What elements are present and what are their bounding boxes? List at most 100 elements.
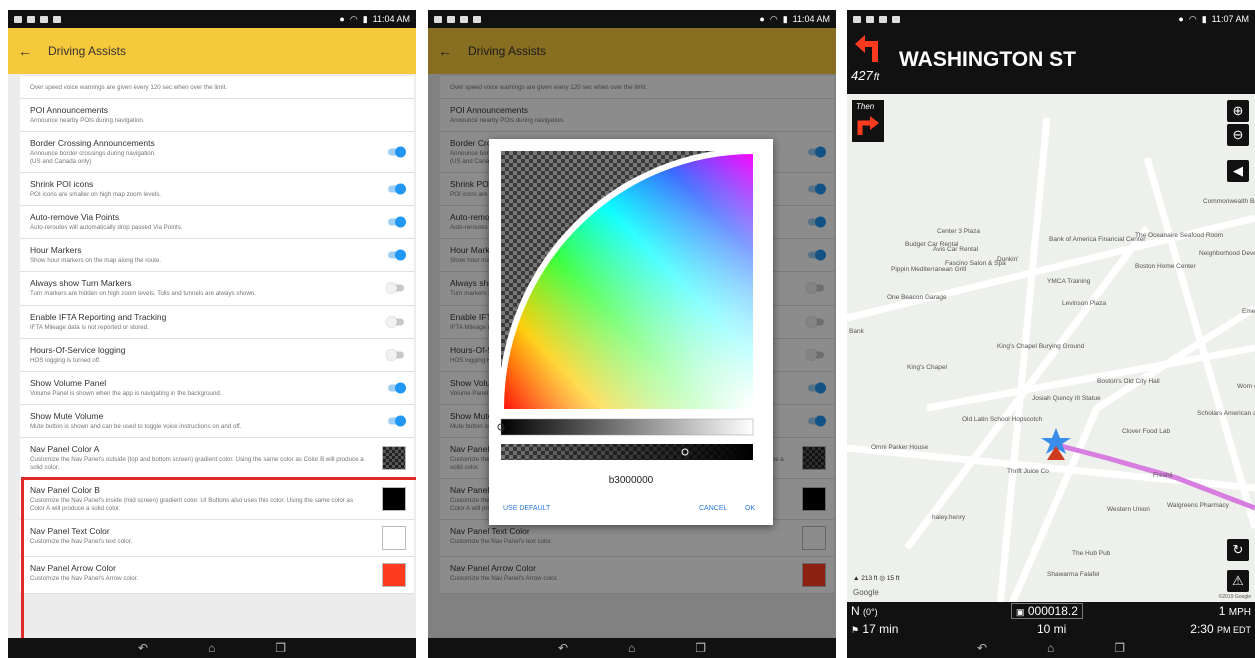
app-bar: ← Driving Assists <box>8 28 416 74</box>
warning-icon[interactable]: ⚠ <box>1227 570 1249 592</box>
setting-row[interactable]: Border Crossing AnnouncementsAnnounce bo… <box>20 132 414 174</box>
map-poi-label[interactable]: Boston Home Center <box>1135 263 1196 270</box>
home-nav-icon[interactable]: ⌂ <box>208 641 215 655</box>
wifi-icon: ◠ <box>769 13 778 24</box>
setting-description: Announce nearby POIs during navigation. <box>30 117 145 125</box>
highlight-box <box>21 477 416 649</box>
toggle-switch[interactable] <box>388 183 406 195</box>
map-poi-label[interactable]: Western Union <box>1107 506 1150 513</box>
setting-row[interactable]: Always show Turn MarkersTurn markers are… <box>20 272 414 306</box>
map-poi-label[interactable]: Neighborhood Development <box>1199 250 1255 257</box>
toggle-switch[interactable] <box>388 216 406 228</box>
heading: N (0°) <box>851 604 878 618</box>
setting-title: Show Volume Panel <box>30 377 107 388</box>
system-nav-bar: ↶ ⌂ ❐ <box>847 638 1255 658</box>
reroute-icon[interactable]: ↻ <box>1227 539 1249 561</box>
toggle-switch[interactable] <box>388 415 406 427</box>
color-swatch[interactable] <box>382 445 406 470</box>
back-nav-icon[interactable]: ↶ <box>558 641 568 655</box>
map-poi-label[interactable]: YMCA Training <box>1047 278 1090 285</box>
map-poi-label[interactable]: Fascino Salon & Spa <box>945 260 1006 267</box>
setting-row[interactable]: Hours-Of-Service loggingHOS logging is t… <box>20 339 414 372</box>
toggle-switch[interactable] <box>388 146 406 158</box>
map-poi-label[interactable]: Josiah Quincy III Statue <box>1032 395 1101 402</box>
map-poi-label[interactable]: Omni Parker House <box>871 444 928 451</box>
map-poi-label[interactable]: Freshii <box>1153 472 1173 479</box>
setting-title: Shrink POI icons <box>30 179 94 190</box>
toggle-switch[interactable] <box>386 282 404 294</box>
map-poi-label[interactable]: Boston's Old City Hall <box>1097 378 1160 385</box>
map-poi-label[interactable]: King's Chapel Burying Ground <box>997 343 1084 350</box>
map-poi-label[interactable]: Commonwealth Bank <box>1203 198 1255 205</box>
map-poi-label[interactable]: Wom of Bo <box>1237 383 1255 390</box>
back-arrow-icon[interactable]: ← <box>18 43 32 59</box>
back-nav-icon[interactable]: ↶ <box>138 641 148 655</box>
recents-nav-icon[interactable]: ❐ <box>695 641 706 655</box>
map-poi-label[interactable]: Walgreens Pharmacy <box>1167 502 1229 509</box>
turn-distance: 427ft <box>851 68 880 83</box>
map-poi-label[interactable]: Bank of America Financial Center <box>1049 236 1145 243</box>
map-poi-label[interactable]: The Oceanaire Seafood Room <box>1135 232 1223 239</box>
home-nav-icon[interactable]: ⌂ <box>1047 641 1054 655</box>
map-poi-label[interactable]: haley.henry <box>932 514 965 521</box>
zoom-in-icon[interactable]: ⊕ <box>1227 100 1249 122</box>
setting-description: Show hour markers on the map along the r… <box>30 257 162 265</box>
use-default-button[interactable]: USE DEFAULT <box>503 505 550 512</box>
finish-flag-icon: ⚑ <box>851 625 860 635</box>
ok-button[interactable]: OK <box>745 505 755 512</box>
map-poi-label[interactable]: King's Chapel <box>907 364 947 371</box>
map-poi-label[interactable]: Old Latin School Hopscotch <box>962 416 1042 423</box>
toggle-switch[interactable] <box>388 382 406 394</box>
speed: 1 MPH <box>1218 604 1251 618</box>
wifi-icon: ◠ <box>1188 13 1197 24</box>
map-poi-label[interactable]: Bank <box>849 328 864 335</box>
map-poi-label[interactable]: Levinson Plaza <box>1062 300 1106 307</box>
volume-icon[interactable]: ◀ <box>1227 160 1249 182</box>
map-poi-label[interactable]: Avis Car Rental <box>933 246 978 253</box>
setting-row[interactable]: Over speed voice warnings are given ever… <box>20 76 414 100</box>
map-poi-label[interactable]: Scholars American and Cocktail Lou <box>1197 410 1255 417</box>
toggle-switch[interactable] <box>388 249 406 261</box>
setting-row[interactable]: Shrink POI iconsPOI icons are smaller on… <box>20 173 414 207</box>
recents-nav-icon[interactable]: ❐ <box>275 641 286 655</box>
recents-nav-icon[interactable]: ❐ <box>1114 641 1125 655</box>
toggle-switch[interactable] <box>386 316 404 328</box>
cancel-button[interactable]: CANCEL <box>699 505 727 512</box>
zoom-out-icon[interactable]: ⊖ <box>1227 124 1249 146</box>
setting-row[interactable]: Nav Panel Color ACustomize the Nav Panel… <box>20 438 414 479</box>
battery-icon: ▮ <box>782 13 788 24</box>
back-nav-icon[interactable]: ↶ <box>977 641 987 655</box>
scale-info: ▲ 213 ft ◎ 15 ft <box>853 575 900 582</box>
battery-icon: ▮ <box>362 13 368 24</box>
eta-remaining: ⚑ 17 min <box>851 622 899 636</box>
setting-row[interactable]: Show Mute VolumeMute button is shown and… <box>20 405 414 438</box>
setting-title: Nav Panel Color A <box>30 443 100 454</box>
setting-description: POI icons are smaller on high map zoom l… <box>30 191 162 199</box>
map-poi-label[interactable]: One Beacon Garage <box>887 294 947 301</box>
map-poi-label[interactable]: Thrift Juice Co <box>1007 468 1049 475</box>
map-view[interactable]: Center 3 Plaza Budget Car Rental Bank of A… <box>847 28 1255 638</box>
map-poi-label[interactable]: The Hub Pub <box>1072 550 1110 557</box>
hex-input[interactable]: b3000000 <box>489 475 773 486</box>
setting-row[interactable]: Auto-remove Via PointsAuto-reroutes will… <box>20 206 414 240</box>
setting-row[interactable]: Enable IFTA Reporting and TrackingIFTA M… <box>20 306 414 339</box>
map-poi-label[interactable]: Shawarma Falafel <box>1047 571 1099 578</box>
page-title: Driving Assists <box>48 44 127 58</box>
toggle-switch[interactable] <box>386 349 404 361</box>
setting-row[interactable]: Show Volume PanelVolume Panel is shown w… <box>20 372 414 405</box>
home-nav-icon[interactable]: ⌂ <box>628 641 635 655</box>
map-poi-label[interactable]: Clover Food Lab <box>1122 428 1170 435</box>
status-bar: ● ◠ ▮ 11:04 AM <box>8 10 416 28</box>
settings-screen: ● ◠ ▮ 11:04 AM ← Driving Assists Over speed… <box>8 10 416 658</box>
map-poi-label[interactable]: Center 3 Plaza <box>937 228 980 235</box>
color-wheel-picker[interactable] <box>489 139 773 525</box>
setting-description: Turn markers are hidden on high zoom lev… <box>30 290 256 298</box>
setting-description: HOS logging is turned off. <box>30 356 101 364</box>
setting-description: Mute button is shown and can be used to … <box>30 422 242 430</box>
setting-row[interactable]: Hour MarkersShow hour markers on the map… <box>20 239 414 273</box>
map-poi-label[interactable]: Emerg <box>1242 308 1255 315</box>
nav-panel-bottom: N (0°) ⚑ 17 min ▣ 000018.2 10 mi 1 MPH 2… <box>847 602 1255 638</box>
setting-row[interactable]: POI Announcements Announce nearby POIs du… <box>20 99 414 133</box>
map-poi-label[interactable]: Pippin Mediterranean Grill <box>891 266 966 273</box>
setting-title: Always show Turn Markers <box>30 278 132 289</box>
